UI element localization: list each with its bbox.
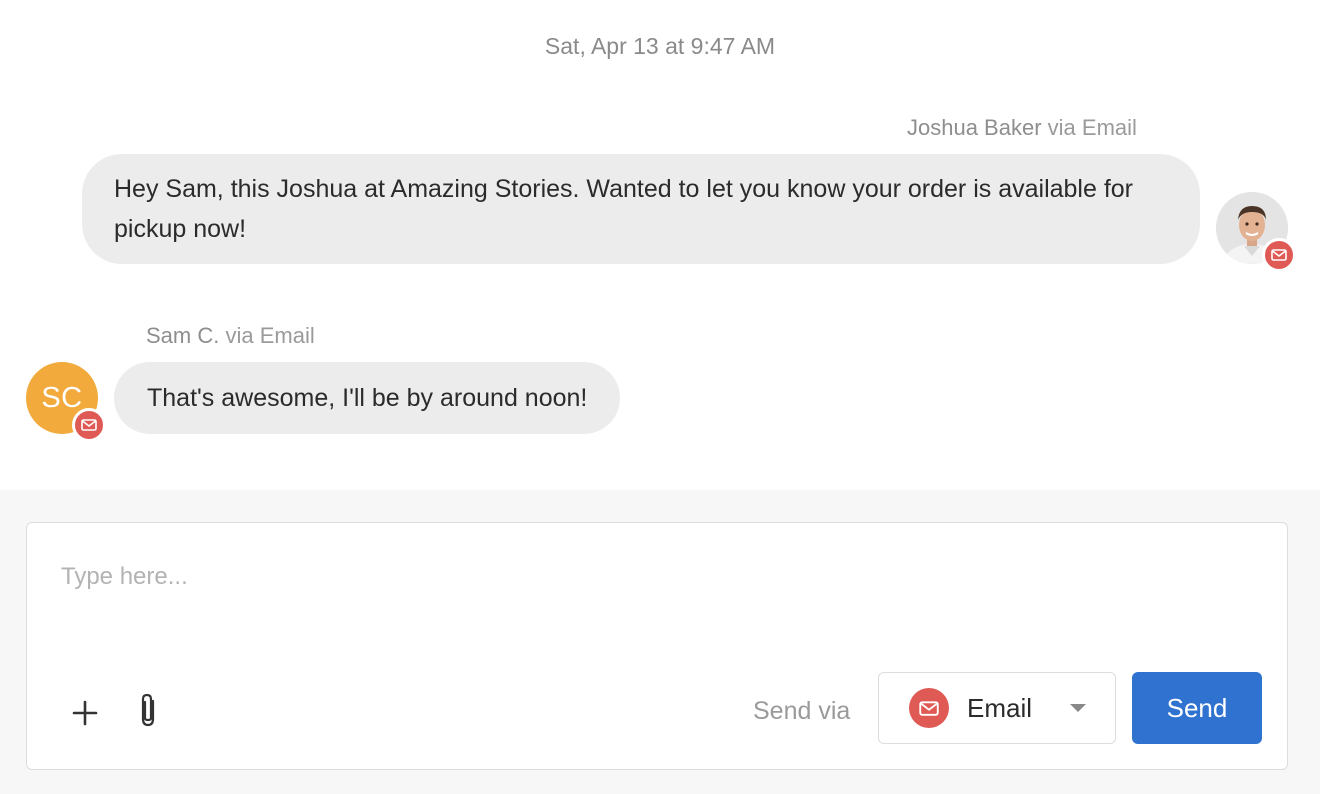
message-composer: Send via Email Send (26, 522, 1288, 770)
add-button[interactable] (65, 693, 105, 733)
attach-button[interactable] (129, 691, 169, 731)
sender-channel: via Email (1047, 115, 1137, 140)
plus-icon (72, 700, 98, 726)
paperclip-icon (141, 693, 155, 727)
sender-name: Sam C. (146, 323, 220, 348)
incoming-message-bubble: That's awesome, I'll be by around noon! (114, 362, 621, 434)
message-input[interactable] (45, 553, 1265, 653)
email-channel-icon (909, 688, 949, 728)
message-thread: Sat, Apr 13 at 9:47 AM Joshua Baker via … (0, 0, 1320, 490)
email-channel-badge (72, 408, 106, 442)
channel-select[interactable]: Email (878, 672, 1116, 744)
mail-icon (81, 419, 97, 431)
avatar[interactable]: SC (26, 362, 106, 442)
sender-name: Joshua Baker (907, 115, 1042, 140)
avatar[interactable] (1216, 192, 1296, 272)
email-channel-badge (1262, 238, 1296, 272)
send-button[interactable]: Send (1132, 672, 1262, 744)
chevron-down-icon (1070, 704, 1086, 712)
send-via-label: Send via (753, 697, 851, 725)
message-sender-label: Joshua Baker via Email (907, 115, 1137, 141)
mail-icon (919, 700, 939, 716)
outgoing-message-bubble: Hey Sam, this Joshua at Amazing Stories.… (82, 154, 1200, 264)
sender-channel: via Email (225, 323, 315, 348)
avatar-initials: SC (41, 381, 83, 414)
composer-area: Send via Email Send (0, 490, 1320, 794)
mail-icon (1271, 249, 1287, 261)
message-sender-label: Sam C. via Email (146, 323, 315, 349)
channel-select-value: Email (967, 693, 1033, 723)
thread-timestamp: Sat, Apr 13 at 9:47 AM (544, 33, 776, 59)
